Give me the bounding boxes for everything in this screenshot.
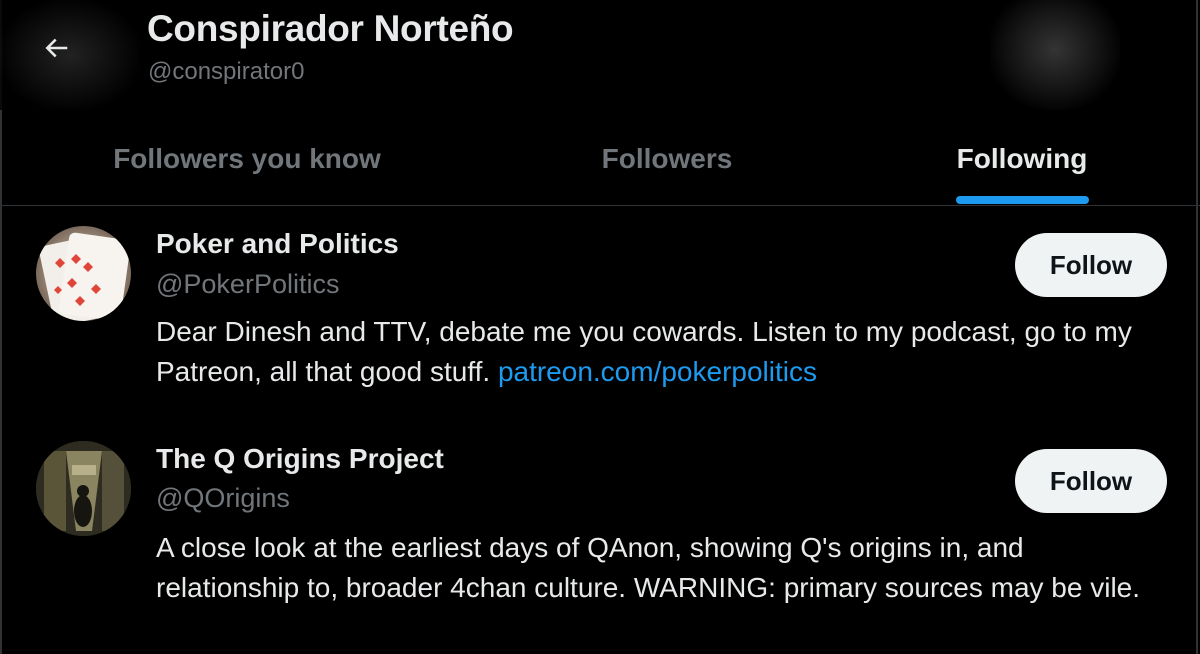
tab-following[interactable]: Following <box>840 112 1200 205</box>
tab-followers[interactable]: Followers <box>494 112 840 205</box>
arrow-left-icon <box>45 38 68 58</box>
user-handle[interactable]: @PokerPolitics <box>156 269 339 300</box>
library-avatar-image <box>36 441 131 536</box>
bio-link[interactable]: patreon.com/pokerpolitics <box>498 356 817 387</box>
user-name[interactable]: The Q Origins Project <box>156 443 444 475</box>
user-handle[interactable]: @QOrigins <box>156 483 290 514</box>
user-cell[interactable]: Poker and Politics @PokerPolitics Follow… <box>0 206 1200 421</box>
user-bio: Dear Dinesh and TTV, debate me you cowar… <box>156 312 1166 392</box>
profile-name: Conspirador Norteño <box>147 8 514 49</box>
playing-cards-avatar-image <box>39 232 131 321</box>
follow-button[interactable]: Follow <box>1015 233 1167 297</box>
tab-followers-you-know[interactable]: Followers you know <box>0 112 494 205</box>
user-name[interactable]: Poker and Politics <box>156 228 399 260</box>
follow-button[interactable]: Follow <box>1015 449 1167 513</box>
active-tab-indicator <box>956 196 1089 204</box>
profile-handle: @conspirator0 <box>148 58 305 85</box>
tab-bar: Followers you know Followers Following <box>0 112 1200 206</box>
back-button[interactable] <box>30 22 82 74</box>
user-bio: A close look at the earliest days of QAn… <box>156 532 1141 603</box>
profile-header: Conspirador Norteño @conspirator0 <box>0 0 1200 112</box>
header-blur-right <box>990 0 1120 110</box>
avatar[interactable] <box>36 441 131 536</box>
user-cell[interactable]: The Q Origins Project @QOrigins Follow A… <box>0 421 1200 654</box>
avatar[interactable] <box>36 226 131 321</box>
